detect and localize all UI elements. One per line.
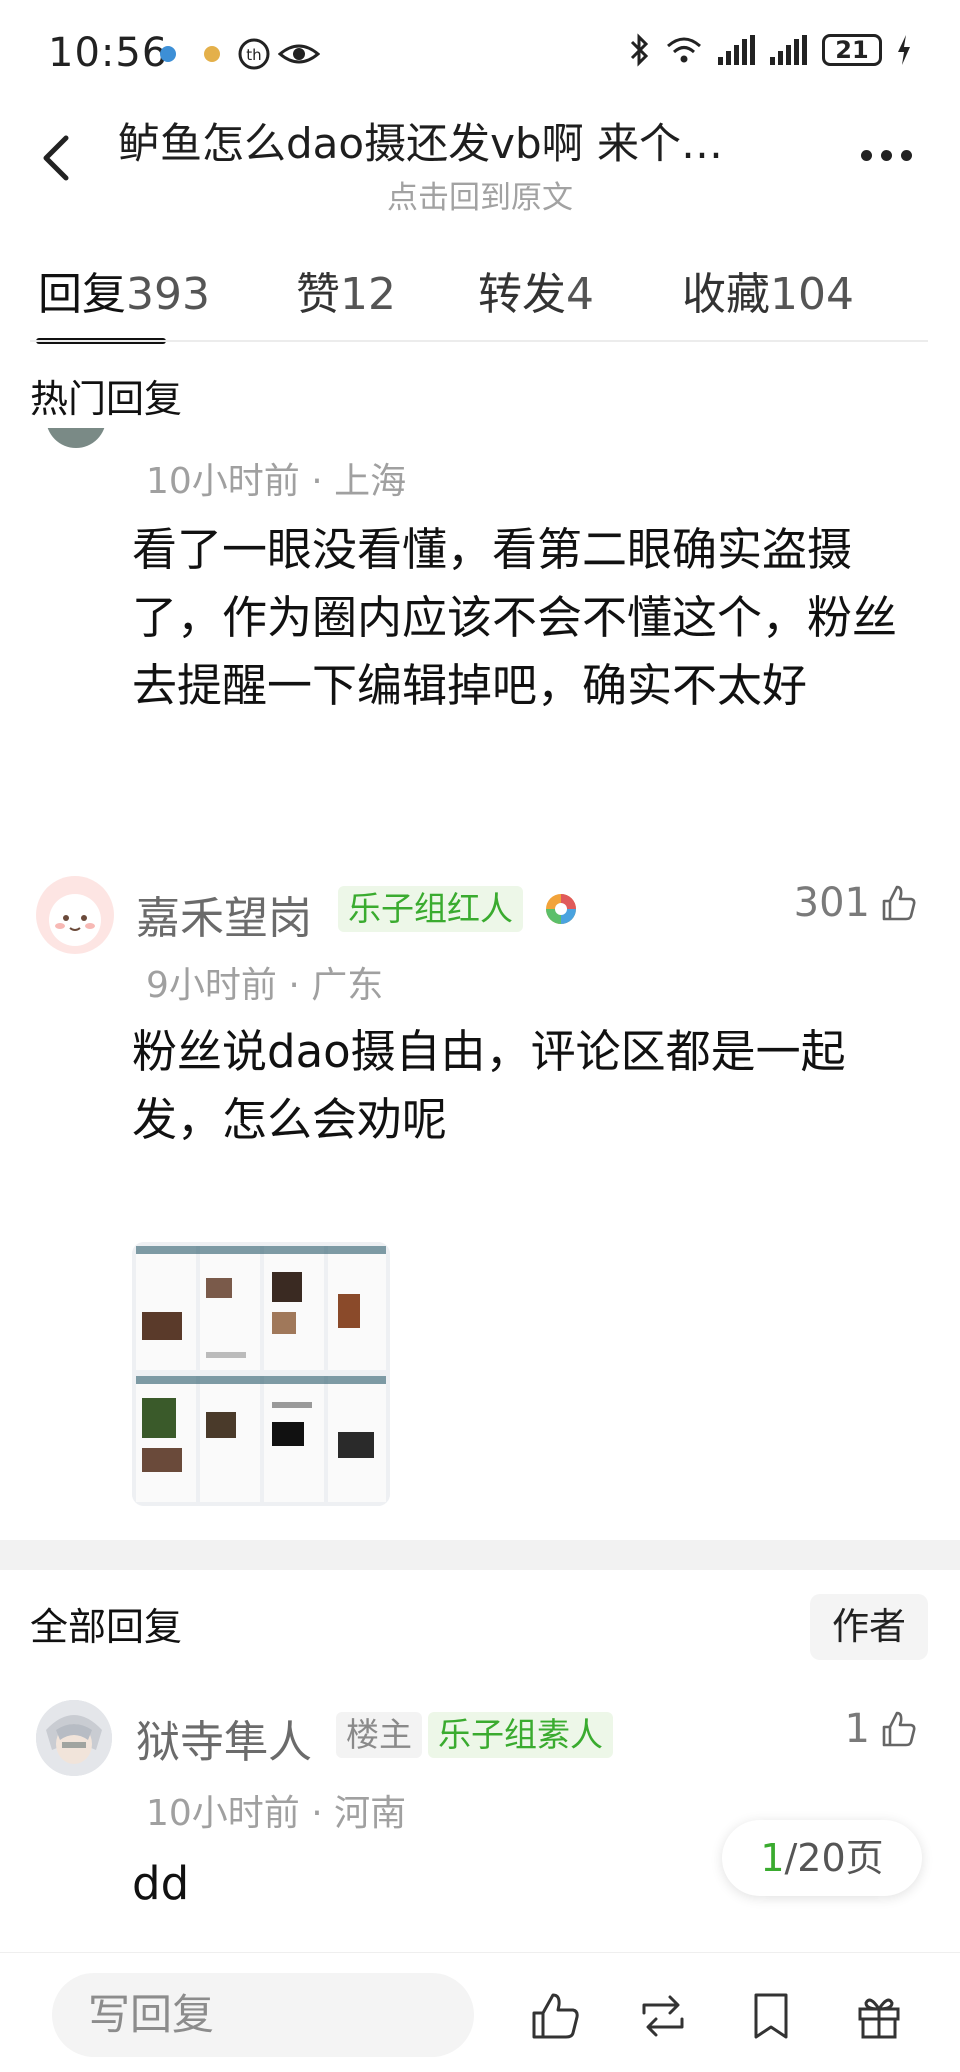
like-count: 301 — [793, 880, 870, 926]
thumbs-up-icon — [882, 885, 916, 921]
wifi-icon — [667, 37, 701, 63]
tab-likes[interactable]: 赞12 — [296, 258, 396, 322]
like-button[interactable]: 301 — [794, 880, 918, 926]
status-time: 10:56 — [48, 30, 169, 76]
reply-meta: 10小时前 · 河南 — [146, 1793, 407, 1834]
charging-icon — [898, 35, 910, 65]
data-saver-icon: th — [238, 38, 270, 70]
tab-replies[interactable]: 回复393 — [38, 258, 210, 322]
tab-label: 回复 — [38, 269, 126, 320]
bluetooth-icon — [630, 33, 649, 67]
avatar-image — [36, 1700, 112, 1776]
hot-replies-heading: 热门回复 — [30, 377, 183, 421]
reply-image-thumbnail[interactable] — [132, 1242, 390, 1506]
tab-count: 12 — [340, 269, 396, 320]
back-to-original-link[interactable]: 点击回到原文 — [0, 172, 960, 217]
total-pages: /20页 — [784, 1836, 884, 1880]
reply-meta: 10小时前 · 上海 — [146, 461, 407, 502]
signal-icon — [718, 35, 755, 65]
bookmark-icon[interactable] — [744, 1989, 798, 2043]
page-indicator[interactable]: 1/20页 — [722, 1820, 922, 1896]
user-name[interactable]: 狱寺隼人 — [136, 1706, 312, 1770]
author-filter-button[interactable]: 作者 — [810, 1594, 928, 1660]
gift-icon[interactable] — [852, 1989, 906, 2043]
tab-count: 393 — [126, 269, 210, 320]
app-notification-icon — [204, 46, 220, 62]
like-button[interactable]: 1 — [845, 1706, 918, 1752]
bottom-action-bar: 写回复 — [0, 1952, 960, 2072]
rainbow-badge-icon — [546, 894, 576, 924]
section-separator — [0, 1540, 960, 1570]
tab-favorites[interactable]: 收藏104 — [682, 258, 854, 322]
battery-indicator: 21 — [822, 34, 882, 66]
tab-count: 4 — [566, 269, 594, 320]
reply-text[interactable]: 粉丝说dao摄自由，评论区都是一起发，怎么会劝呢 — [132, 1018, 922, 1154]
more-icon[interactable] — [861, 150, 912, 161]
page-title[interactable]: 鲈鱼怎么dao摄还发vb啊 来个… — [118, 110, 818, 171]
screenshot-collage-image — [132, 1242, 390, 1506]
reply-text[interactable]: 看了一眼没看懂，看第二眼确实盗摄了，作为圈内应该不会不懂这个，粉丝去提醒一下编辑… — [132, 516, 922, 720]
tab-reposts[interactable]: 转发4 — [478, 258, 594, 322]
thumbs-up-icon — [882, 1711, 916, 1747]
avatar[interactable] — [36, 876, 114, 954]
current-page: 1 — [760, 1836, 785, 1880]
svg-text:th: th — [246, 46, 261, 64]
tab-count: 104 — [770, 269, 854, 320]
divider — [30, 340, 928, 342]
signal-icon — [770, 35, 807, 65]
reply-meta: 9小时前 · 广东 — [146, 965, 384, 1006]
tab-bar: 回复393 赞12 转发4 收藏104 — [0, 258, 960, 344]
all-replies-heading: 全部回复 — [30, 1605, 183, 1649]
tab-label: 转发 — [478, 269, 566, 320]
status-bar: 10:56 th 21 — [0, 0, 960, 108]
eye-icon — [278, 44, 320, 64]
reply-input[interactable]: 写回复 — [52, 1973, 474, 2057]
fan-badge[interactable]: 乐子组素人 — [428, 1712, 613, 1758]
avatar[interactable] — [36, 1700, 112, 1776]
op-badge: 楼主 — [336, 1712, 422, 1758]
like-count: 1 — [844, 1706, 870, 1752]
avatar-image — [49, 894, 101, 946]
like-icon[interactable] — [528, 1989, 582, 2043]
tab-label: 收藏 — [682, 269, 770, 320]
fan-badge[interactable]: 乐子组红人 — [338, 886, 523, 932]
app-notification-icon — [160, 46, 176, 62]
status-icons: 21 — [628, 32, 912, 68]
avatar[interactable] — [46, 428, 106, 452]
repost-icon[interactable] — [636, 1989, 690, 2043]
user-name[interactable]: 嘉禾望岗 — [136, 882, 312, 946]
tab-label: 赞 — [296, 269, 340, 320]
